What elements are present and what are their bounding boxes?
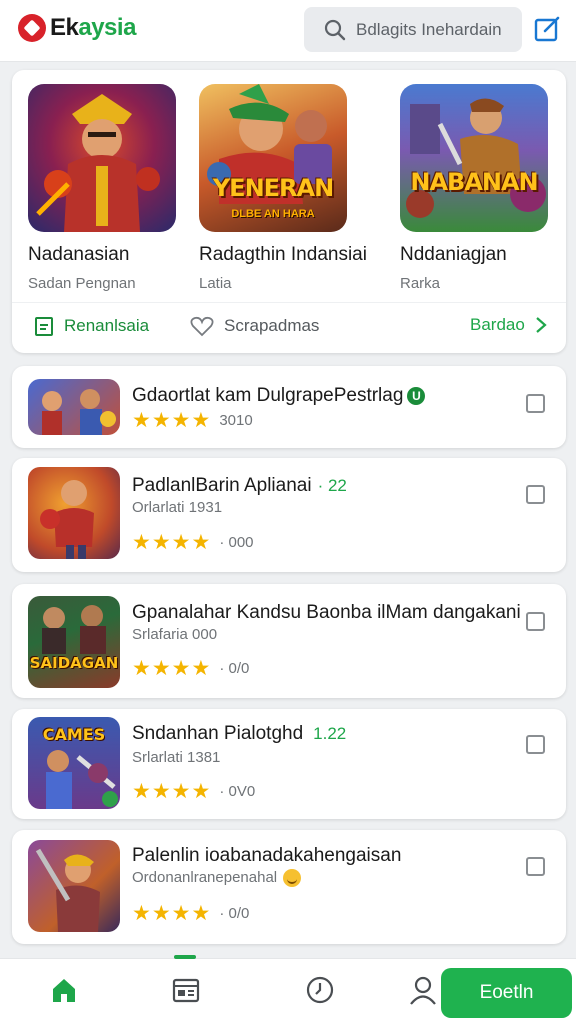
- featured-art-text: NABANAN: [410, 168, 538, 196]
- app-subtitle: Srlarlati 1381: [132, 749, 221, 766]
- home-icon[interactable]: [49, 975, 79, 1005]
- app-icon-text: SAIDAGAN: [29, 654, 119, 672]
- rating-count: · 0/0: [219, 905, 250, 922]
- calendar-icon: [35, 317, 53, 336]
- featured-subtitle: Sadan Pengnan: [28, 275, 136, 292]
- app-rating: ★★★★ · 0V0: [132, 779, 255, 804]
- app-card[interactable]: Palenlin ioabanadakahengaisan Ordonanlra…: [12, 830, 566, 944]
- select-checkbox[interactable]: [526, 485, 545, 504]
- app-subtitle: Srlafaria 000: [132, 626, 218, 643]
- app-card[interactable]: Gdaortlat kam DulgrapePestrlag U ★★★★ 301…: [12, 366, 566, 448]
- search-bar[interactable]: Bdlagits Inehardain: [304, 7, 522, 52]
- featured-title: Nddaniagjan: [400, 244, 507, 265]
- featured-item[interactable]: Nadanasian Sadan Pengnan: [28, 84, 176, 292]
- chevron-right-icon: [536, 317, 547, 333]
- featured-footer: Renanlsaia Scrapadmas Bardao: [12, 302, 566, 353]
- featured-section: Nadanasian Sadan Pengnan YENERAN DLBE AN…: [12, 70, 566, 353]
- edit-icon[interactable]: [532, 14, 562, 44]
- select-checkbox[interactable]: [526, 394, 545, 413]
- app-rating: ★★★★ · 0/0: [132, 901, 249, 926]
- logo-text: Ekaysia: [50, 14, 136, 42]
- bottom-nav: Eoetln: [0, 955, 576, 1024]
- rating-count: 3010: [219, 412, 253, 429]
- featured-item[interactable]: YENERAN DLBE AN HARA Radagthin Indansiai…: [199, 84, 367, 292]
- person-icon[interactable]: [408, 975, 440, 1007]
- featured-art-text: YENERAN: [212, 174, 334, 202]
- featured-art: YENERAN DLBE AN HARA: [199, 84, 347, 232]
- app-icon-text: CAMES: [42, 725, 106, 744]
- primary-action-button[interactable]: Eoetln: [441, 968, 572, 1018]
- app-title: Gdaortlat kam DulgrapePestrlag U: [132, 385, 426, 407]
- search-icon: [324, 19, 346, 40]
- app-title-text: Sndanhan Pialotghd: [132, 723, 304, 744]
- app-card[interactable]: CAMES Sndanhan Pialotghd 1.22 Srlarlati 1…: [12, 709, 566, 819]
- app-title: Gpanalahar Kandsu Baonba ilMam dangakani: [132, 602, 521, 624]
- app-rating: ★★★★ · 000: [132, 530, 254, 555]
- heart-icon: [190, 316, 214, 337]
- featured-art-subtext: DLBE AN HARA: [231, 208, 315, 220]
- app-rating: ★★★★ · 0/0: [132, 656, 249, 681]
- featured-title: Radagthin Indansiai: [199, 244, 367, 265]
- featured-see-more-label: Bardao: [470, 315, 525, 334]
- app-title-text: Palenlin ioabanadakahengaisan: [132, 845, 402, 866]
- app-title: Palenlin ioabanadakahengaisan: [132, 845, 401, 867]
- app-icon: [28, 840, 120, 932]
- news-icon[interactable]: [171, 975, 201, 1005]
- app-subtitle-text: Ordonanlranepenahal: [132, 869, 278, 886]
- featured-action-mid-label: Scrapadmas: [224, 316, 320, 335]
- select-checkbox[interactable]: [526, 612, 545, 631]
- app-icon: CAMES: [28, 717, 120, 809]
- logo-text-part2: aysia: [78, 14, 136, 41]
- featured-subtitle: Latia: [199, 275, 232, 292]
- app-icon: [28, 379, 120, 435]
- featured-subtitle: Rarka: [400, 275, 441, 292]
- featured-art: [28, 84, 176, 232]
- rating-stars-icon: ★★★★: [132, 780, 212, 803]
- nav-active-indicator: [174, 955, 196, 959]
- app-subtitle: Ordonanlranepenahal: [132, 869, 302, 888]
- app-card[interactable]: SAIDAGAN Gpanalahar Kandsu Baonba ilMam …: [12, 584, 566, 698]
- featured-see-more[interactable]: Bardao: [470, 315, 549, 335]
- featured-action-left-label: Renanlsaia: [64, 316, 150, 335]
- rating-stars-icon: ★★★★: [132, 902, 212, 925]
- logo-icon: [18, 14, 46, 42]
- app-tag: · 22: [317, 476, 347, 495]
- featured-item[interactable]: NABANAN Nddaniagjan Rarka: [400, 84, 548, 292]
- app-title-text: PadlanlBarin Aplianai: [132, 475, 312, 496]
- featured-art: NABANAN: [400, 84, 548, 232]
- app-title: Sndanhan Pialotghd 1.22: [132, 723, 346, 745]
- select-checkbox[interactable]: [526, 735, 545, 754]
- clock-icon[interactable]: [305, 975, 335, 1005]
- app-icon: SAIDAGAN: [28, 596, 120, 688]
- app-rating: ★★★★ 3010: [132, 408, 253, 433]
- featured-action-mid[interactable]: Scrapadmas: [190, 315, 319, 337]
- rating-count: · 0/0: [219, 660, 250, 677]
- smiley-icon: [283, 869, 302, 888]
- app-logo[interactable]: Ekaysia: [18, 14, 136, 42]
- logo-text-part1: Ek: [50, 14, 79, 41]
- select-checkbox[interactable]: [526, 857, 545, 876]
- search-placeholder: Bdlagits Inehardain: [356, 19, 502, 39]
- featured-title: Nadanasian: [28, 244, 130, 265]
- app-header: Ekaysia Bdlagits Inehardain: [0, 0, 576, 62]
- app-title: PadlanlBarin Aplianai · 22: [132, 475, 347, 497]
- app-icon: [28, 467, 120, 559]
- rating-count: · 0V0: [219, 783, 256, 800]
- app-card[interactable]: PadlanlBarin Aplianai · 22 Orlarlati 1931…: [12, 458, 566, 572]
- rating-stars-icon: ★★★★: [132, 409, 212, 432]
- app-subtitle: Orlarlati 1931: [132, 499, 223, 516]
- rating-count: · 000: [219, 534, 254, 551]
- app-title-text: Gpanalahar Kandsu Baonba ilMam dangakani: [132, 602, 521, 623]
- app-tag: 1.22: [313, 724, 347, 743]
- rating-stars-icon: ★★★★: [132, 531, 212, 554]
- featured-action-left[interactable]: Renanlsaia: [34, 315, 149, 337]
- app-title-text: Gdaortlat kam DulgrapePestrlag: [132, 385, 404, 406]
- verified-badge-icon: U: [407, 386, 426, 405]
- rating-stars-icon: ★★★★: [132, 657, 212, 680]
